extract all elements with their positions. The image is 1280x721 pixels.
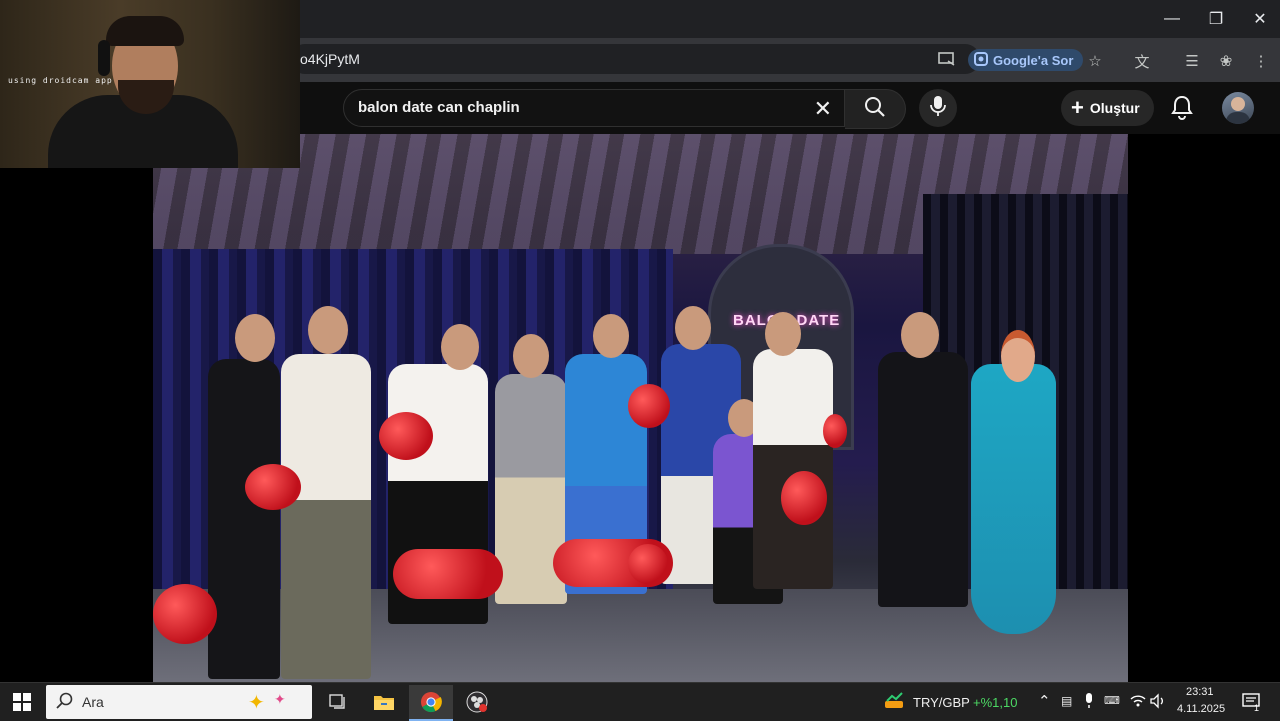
create-button[interactable]: + Oluştur: [1061, 90, 1154, 126]
person-head: [901, 312, 939, 358]
ask-google-label: Google'a Sor: [993, 52, 1074, 68]
balloon: [393, 549, 503, 599]
sparkle-icon: ✦: [274, 691, 286, 707]
address-bar[interactable]: o4KjPytM: [290, 44, 980, 74]
balloon: [823, 414, 847, 448]
headphones-icon: [98, 40, 110, 76]
webcam-label: using droidcam app: [8, 76, 113, 85]
url-text: o4KjPytM: [300, 51, 360, 67]
browser-menu-icon[interactable]: ⋮: [1250, 50, 1272, 72]
windows-logo-icon: [13, 693, 31, 711]
clock-time[interactable]: 23:31: [1186, 686, 1214, 698]
ticker-change: +%1,10: [973, 695, 1018, 710]
windows-taskbar: Ara ✦ ✦ TRY/GBP +%1,10 ⌃ ▤ ⌨ 23:31 4.11.…: [0, 682, 1280, 721]
start-button[interactable]: [0, 685, 44, 719]
balloon: [245, 464, 301, 510]
restore-button[interactable]: ❐: [1194, 0, 1238, 38]
search-query-text: balon date can chaplin: [358, 99, 520, 116]
create-label: Oluştur: [1089, 100, 1140, 116]
search-button[interactable]: [845, 89, 906, 129]
bookmark-star-icon[interactable]: ☆: [1084, 50, 1106, 72]
microphone-icon: [930, 95, 946, 122]
balloon: [379, 412, 433, 460]
balloon: [628, 544, 668, 584]
install-app-icon[interactable]: [938, 51, 956, 72]
minimize-button[interactable]: —: [1150, 0, 1194, 38]
person: [208, 359, 280, 679]
sparkle-icon: ✦: [248, 692, 265, 714]
task-view-icon[interactable]: [316, 685, 360, 719]
microphone-icon[interactable]: [1084, 693, 1094, 712]
person-head: [513, 334, 549, 378]
obs-taskbar-icon[interactable]: [455, 685, 499, 719]
meet-now-icon[interactable]: ▤: [1061, 694, 1072, 708]
person: [753, 349, 833, 589]
video-player[interactable]: BALON DATE: [0, 134, 1280, 682]
person: [878, 352, 968, 607]
chrome-taskbar-icon[interactable]: [409, 685, 453, 721]
voice-search-button[interactable]: [919, 89, 957, 127]
balloon: [153, 584, 217, 644]
show-hidden-icons-chevron-icon[interactable]: ⌃: [1038, 692, 1051, 710]
webcam-person-hair: [106, 16, 184, 46]
taskbar-search-placeholder: Ara: [82, 694, 104, 710]
person-head: [235, 314, 275, 362]
notifications-bell-icon[interactable]: [1170, 94, 1194, 125]
person-head: [441, 324, 479, 370]
person: [281, 354, 371, 679]
close-button[interactable]: ✕: [1238, 0, 1280, 38]
search-icon: [56, 692, 74, 715]
currency-chart-icon[interactable]: [884, 692, 904, 715]
extension-icon[interactable]: ❀: [1215, 50, 1237, 72]
taskbar-search-input[interactable]: Ara ✦ ✦: [46, 685, 312, 719]
notification-count: 1: [1254, 703, 1260, 713]
google-lens-icon: [974, 51, 988, 69]
account-avatar[interactable]: [1222, 92, 1254, 124]
person-head: [765, 312, 801, 356]
person-head: [675, 306, 711, 350]
plus-icon: +: [1071, 95, 1084, 120]
balloon: [781, 471, 827, 525]
video-frame[interactable]: BALON DATE: [153, 134, 1128, 682]
search-input[interactable]: balon date can chaplin ✕: [343, 89, 845, 127]
notification-center-button[interactable]: 1: [1236, 685, 1272, 719]
ask-google-button[interactable]: Google'a Sor: [968, 49, 1084, 71]
wifi-icon[interactable]: [1130, 694, 1146, 711]
webcam-overlay: using droidcam app: [0, 0, 300, 168]
volume-icon[interactable]: [1150, 693, 1166, 712]
person-head: [593, 314, 629, 358]
person: [971, 364, 1056, 634]
keyboard-language-icon[interactable]: ⌨: [1104, 694, 1120, 707]
file-explorer-icon[interactable]: [362, 685, 406, 719]
clock-date[interactable]: 4.11.2025: [1177, 703, 1225, 715]
media-queue-icon[interactable]: ☰: [1181, 50, 1203, 72]
translate-icon[interactable]: 文: [1131, 50, 1153, 72]
person-head: [1001, 330, 1035, 382]
search-icon: [864, 96, 886, 123]
clear-search-icon[interactable]: ✕: [814, 96, 832, 122]
person-head: [308, 306, 348, 354]
balloon: [628, 384, 670, 428]
ticker-symbol: TRY/GBP: [913, 695, 970, 710]
